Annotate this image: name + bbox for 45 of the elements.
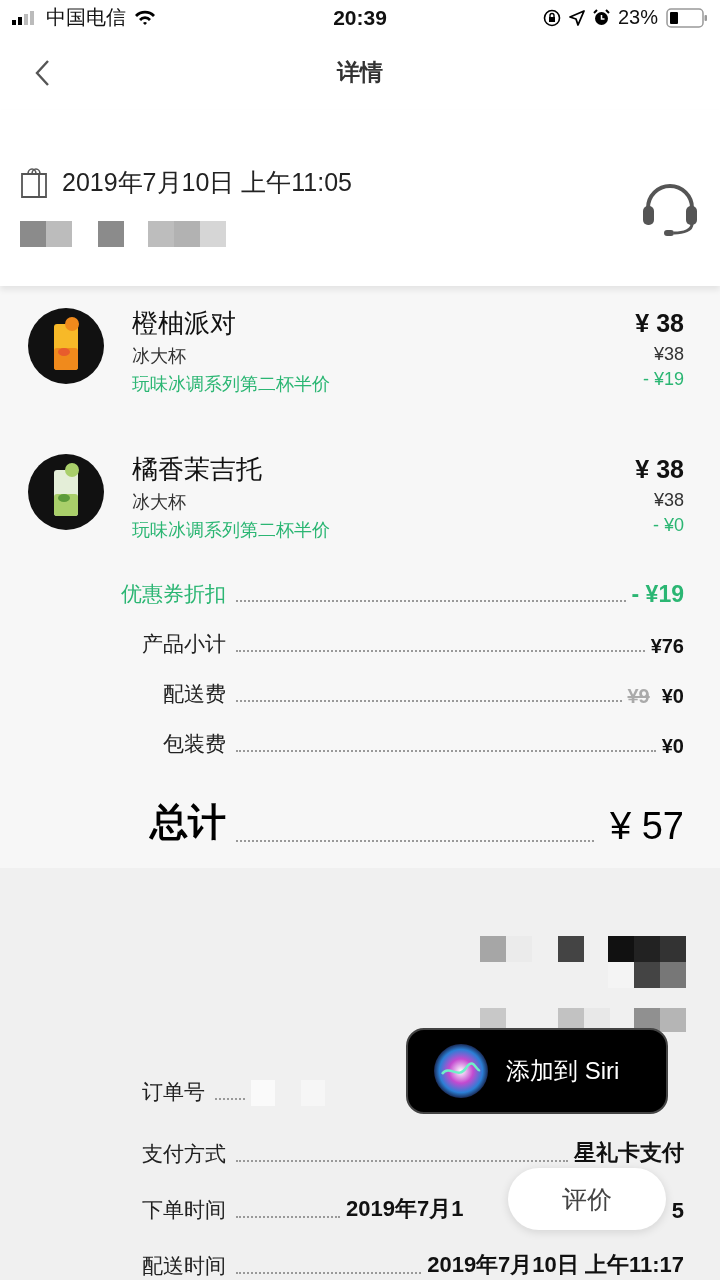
- summary-value: ¥0: [661, 734, 684, 758]
- discount-amount: - ¥0: [652, 514, 684, 536]
- order-date: 2019年7月10日 上午11:05: [62, 166, 352, 198]
- summary-label: 总计: [148, 799, 226, 845]
- unit-price: ¥38: [653, 489, 684, 511]
- detail-value: 星礼卡支付: [574, 1139, 684, 1167]
- promotion-text: 玩味冰调系列第二杯半价: [132, 372, 331, 396]
- product-size: 冰大杯: [132, 490, 187, 514]
- detail-value: 2019年7月1: [346, 1195, 464, 1223]
- detail-value: 2019年7月10日 上午11:17: [427, 1251, 684, 1279]
- product-name: 橙柚派对: [132, 306, 237, 340]
- location-arrow-icon: [568, 9, 585, 26]
- product-size: 冰大杯: [132, 344, 187, 368]
- promotion-text: 玩味冰调系列第二杯半价: [132, 518, 331, 542]
- review-button[interactable]: 评价: [508, 1168, 666, 1230]
- summary-label: 配送费: [162, 680, 226, 707]
- shopping-bag-icon: [20, 166, 48, 199]
- battery-icon: [666, 7, 708, 28]
- product-name: 橘香茉吉托: [132, 452, 263, 486]
- summary-value: ¥ 57: [610, 804, 684, 848]
- detail-value: 5: [671, 1198, 684, 1224]
- carrier-name: 中国电信: [46, 5, 126, 31]
- wifi-icon: [134, 9, 156, 26]
- product-price: ¥ 38: [635, 307, 684, 339]
- battery-percent: 23%: [617, 6, 658, 30]
- add-to-siri-button[interactable]: 添加到 Siri: [406, 1028, 668, 1114]
- summary-value: ¥0: [661, 684, 684, 708]
- page-title: 详情: [337, 58, 383, 88]
- summary-label: 产品小计: [141, 630, 226, 657]
- product-price: ¥ 38: [635, 453, 684, 485]
- unit-price: ¥38: [653, 343, 684, 365]
- summary-value: ¥76: [650, 634, 684, 658]
- detail-label: 下单时间: [142, 1197, 226, 1223]
- detail-label: 配送时间: [142, 1253, 226, 1279]
- alarm-clock-icon: [592, 9, 610, 27]
- discount-amount: - ¥19: [642, 368, 684, 390]
- detail-label: 订单号: [142, 1079, 205, 1105]
- original-fee: ¥9: [627, 684, 650, 708]
- summary-value: - ¥19: [631, 580, 684, 608]
- siri-orb-icon: [434, 1044, 488, 1098]
- rotation-lock-icon: [542, 8, 561, 27]
- detail-label: 支付方式: [142, 1141, 226, 1167]
- summary-label: 优惠券折扣: [120, 580, 226, 607]
- summary-label: 包装费: [162, 730, 226, 757]
- clock-time: 20:39: [333, 5, 387, 30]
